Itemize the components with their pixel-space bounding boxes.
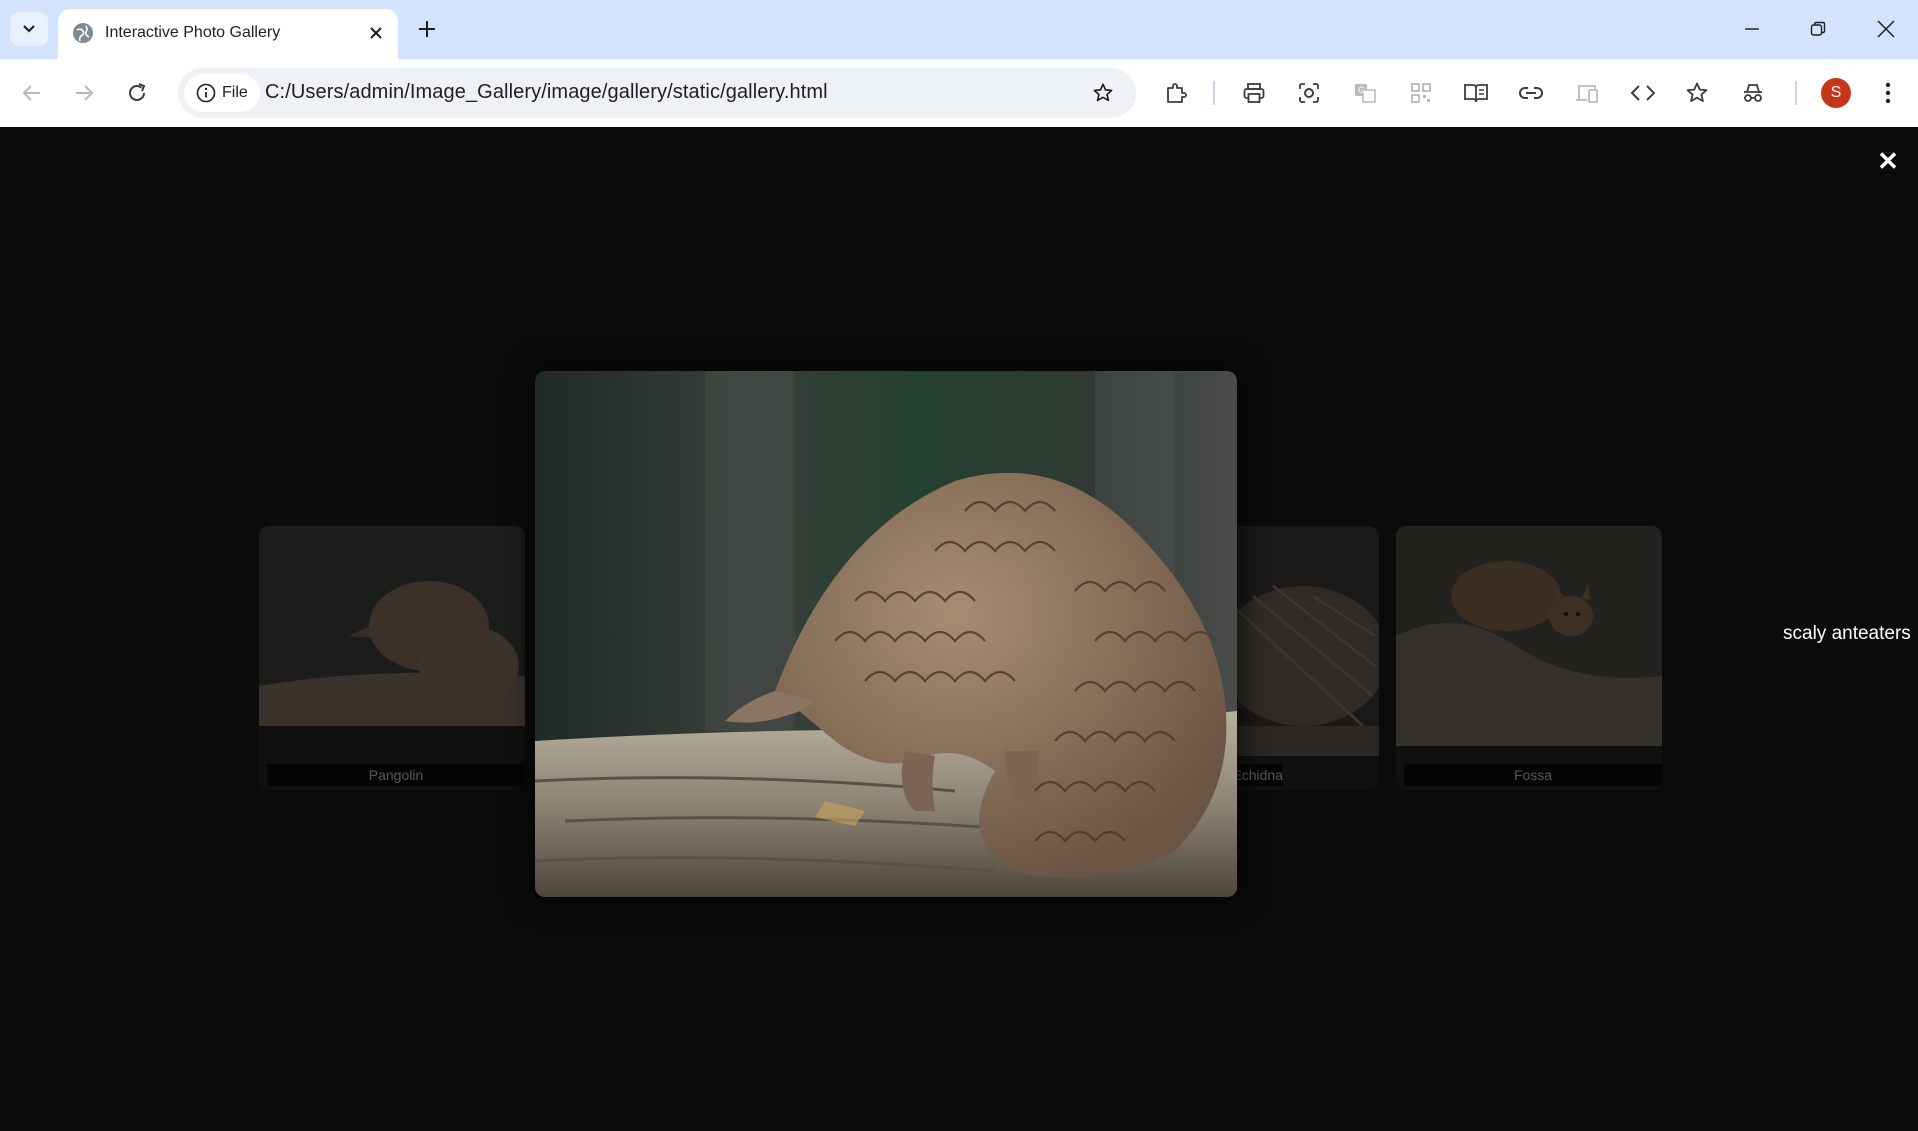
reading-mode-button[interactable] — [1459, 76, 1493, 110]
printer-icon — [1243, 83, 1265, 103]
pangolin-photo — [535, 371, 1237, 897]
lightbox-image[interactable] — [535, 371, 1237, 897]
toolbar-separator — [1213, 81, 1215, 105]
qr-code-icon — [1411, 83, 1431, 103]
address-bar[interactable]: File C:/Users/admin/Image_Gallery/image/… — [178, 68, 1136, 118]
reload-icon — [129, 83, 146, 101]
fossa-thumbnail-image — [1396, 526, 1662, 746]
translate-icon: G — [1355, 84, 1376, 103]
site-info-chip[interactable]: File — [184, 74, 260, 112]
restore-icon — [1810, 21, 1826, 36]
copy-link-button[interactable] — [1514, 76, 1548, 110]
print-button[interactable] — [1237, 76, 1271, 110]
star-list-icon — [1686, 82, 1708, 102]
pangolin-thumbnail-image — [259, 526, 525, 726]
minimize-icon — [1745, 28, 1759, 30]
tab-title: Interactive Photo Gallery — [105, 24, 281, 41]
minimize-button[interactable] — [1734, 12, 1770, 46]
gallery-card[interactable]: Pangolin — [259, 526, 525, 790]
plus-icon — [419, 21, 435, 37]
reload-button[interactable] — [120, 76, 154, 110]
close-icon — [1877, 20, 1895, 38]
info-icon — [196, 83, 216, 103]
puzzle-icon — [1167, 83, 1187, 103]
lightbox-close-button[interactable]: ✕ — [1874, 146, 1902, 176]
book-icon — [1464, 84, 1488, 103]
view-source-button[interactable] — [1626, 76, 1660, 110]
tab-close-button[interactable] — [364, 21, 388, 45]
chevron-down-icon — [23, 25, 35, 33]
lens-icon — [1299, 83, 1319, 103]
browser-menu-button[interactable] — [1871, 76, 1905, 110]
qr-code-button[interactable] — [1404, 76, 1438, 110]
tab-search-button[interactable] — [10, 12, 48, 46]
link-icon — [1519, 87, 1543, 99]
translate-button[interactable]: G — [1348, 76, 1382, 110]
svg-text:G: G — [1358, 85, 1365, 95]
new-tab-button[interactable] — [412, 14, 442, 44]
more-vertical-icon — [1885, 82, 1891, 104]
gallery-card[interactable]: Fossa — [1396, 526, 1662, 790]
toolbar-separator — [1795, 81, 1797, 105]
gallery-card-caption: Pangolin — [267, 764, 525, 786]
extensions-button[interactable] — [1159, 76, 1193, 110]
lightbox-description: scaly anteaters — [1783, 623, 1911, 644]
tab-strip: Interactive Photo Gallery — [0, 0, 1918, 59]
browser-tab[interactable]: Interactive Photo Gallery — [58, 9, 398, 59]
gallery-card-caption: Fossa — [1404, 764, 1662, 786]
profile-avatar[interactable]: S — [1821, 78, 1851, 108]
browser-toolbar: File C:/Users/admin/Image_Gallery/image/… — [0, 59, 1918, 128]
restore-button[interactable] — [1800, 12, 1836, 46]
code-icon — [1630, 85, 1656, 101]
close-window-button[interactable] — [1868, 12, 1904, 46]
incognito-icon — [1744, 84, 1762, 102]
url-text[interactable]: C:/Users/admin/Image_Gallery/image/galle… — [265, 81, 828, 104]
gallery-lightbox: ✕ Pangolin Echidna Fossa scaly anteaters — [0, 127, 1918, 1131]
close-icon — [370, 27, 382, 39]
device-mode-button[interactable] — [1570, 76, 1604, 110]
globe-icon — [73, 23, 93, 43]
arrow-left-icon — [22, 85, 40, 101]
forward-button[interactable] — [67, 76, 101, 110]
bookmark-button[interactable] — [1086, 76, 1120, 110]
arrow-right-icon — [76, 85, 94, 101]
back-button[interactable] — [15, 76, 49, 110]
devices-icon — [1576, 85, 1598, 103]
star-icon — [1093, 83, 1113, 102]
google-lens-button[interactable] — [1292, 76, 1326, 110]
favorites-button[interactable] — [1681, 76, 1715, 110]
site-info-label: File — [222, 84, 248, 101]
incognito-button[interactable] — [1736, 76, 1770, 110]
